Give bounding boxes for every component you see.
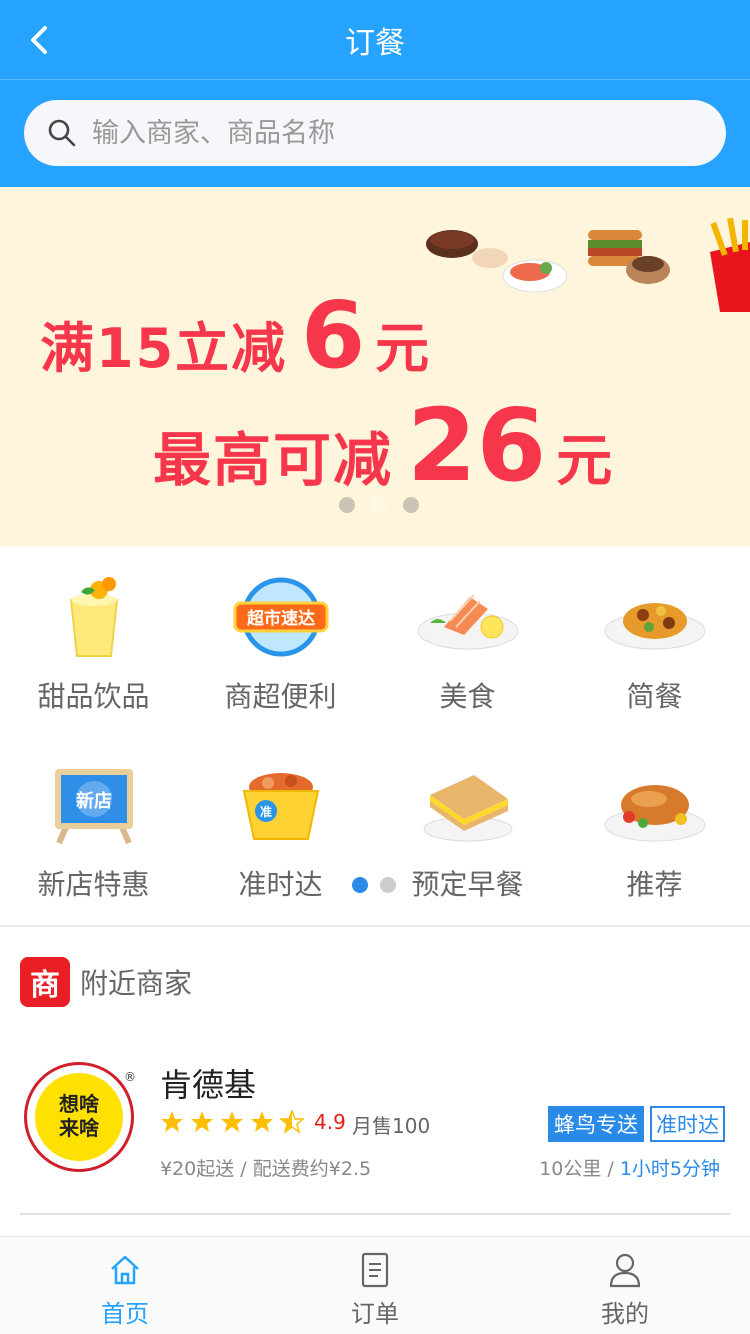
home-icon xyxy=(105,1250,145,1290)
tab-home[interactable]: 首页 xyxy=(0,1237,250,1334)
svg-text:准: 准 xyxy=(259,804,271,819)
star-full-icon xyxy=(161,1111,183,1132)
svg-text:超市速达: 超市速达 xyxy=(247,608,315,629)
category-new-store[interactable]: 新店 新店特惠 xyxy=(0,735,187,915)
category-label: 准时达 xyxy=(238,868,323,901)
shop-name: 肯德基 xyxy=(160,1066,257,1104)
category-simple-meal[interactable]: 简餐 xyxy=(561,547,748,727)
star-full-icon xyxy=(251,1111,273,1132)
divider xyxy=(20,1213,730,1215)
tab-label: 首页 xyxy=(101,1300,149,1328)
category-label: 美食 xyxy=(439,680,496,713)
promo-line-1-text: 满15立减 xyxy=(40,317,288,380)
promo-line-2-amount: 26 xyxy=(407,387,547,504)
simple-meal-icon xyxy=(600,567,710,667)
on-time-box-icon: 准 xyxy=(226,755,336,855)
category-on-time[interactable]: 准 准时达 xyxy=(187,735,374,915)
promo-line-2-text: 最高可减 xyxy=(153,426,394,494)
supermarket-icon: 超市速达 xyxy=(226,567,336,667)
search-input[interactable] xyxy=(92,117,692,149)
category-dessert[interactable]: 甜品饮品 xyxy=(0,547,187,727)
shop-delivery-fee: ¥20起送 / 配送费约¥2.5 xyxy=(160,1158,372,1180)
promo-line-2: 最高可减 26 元 xyxy=(153,387,612,504)
registered-mark: ® xyxy=(124,1070,136,1084)
roast-chicken-icon xyxy=(600,755,710,855)
category-page-dot-active[interactable] xyxy=(352,877,368,893)
tab-label: 订单 xyxy=(351,1300,399,1328)
back-button[interactable] xyxy=(18,20,58,60)
category-label: 新店特惠 xyxy=(37,868,150,901)
search-bar-area xyxy=(0,80,750,187)
food-illustration-icon xyxy=(426,217,750,312)
nearby-title: 附近商家 xyxy=(80,967,193,1000)
top-navbar: 订餐 xyxy=(0,0,750,80)
shop-score: 4.9 xyxy=(314,1110,346,1134)
category-label: 预定早餐 xyxy=(411,868,524,901)
promo-banner[interactable]: 满15立减 6 元 最高可减 26 元 xyxy=(0,187,750,547)
svg-text:来啥: 来啥 xyxy=(58,1116,100,1140)
chevron-left-icon xyxy=(31,26,47,54)
search-icon xyxy=(44,115,80,151)
profile-icon xyxy=(605,1250,645,1290)
shop-distance: 10公里 / xyxy=(539,1158,614,1180)
page-title: 订餐 xyxy=(345,25,405,61)
category-label: 推荐 xyxy=(626,868,683,901)
banner-pagination xyxy=(339,497,419,513)
tag-fengniao-delivery: 蜂鸟专送 xyxy=(548,1106,644,1142)
banner-dot[interactable] xyxy=(403,497,419,513)
category-page-dot[interactable] xyxy=(380,877,396,893)
tab-profile[interactable]: 我的 xyxy=(500,1237,750,1334)
category-breakfast[interactable]: 预定早餐 xyxy=(374,735,561,915)
star-half-icon xyxy=(280,1110,304,1134)
category-label: 简餐 xyxy=(626,680,683,713)
shop-distance-time: 10公里 / 1小时5分钟 xyxy=(539,1154,720,1181)
rating-stars xyxy=(160,1110,304,1134)
category-recommend[interactable]: 推荐 xyxy=(561,735,748,915)
dessert-drink-icon xyxy=(39,567,149,667)
bottom-tabbar: 首页 订单 我的 xyxy=(0,1236,750,1334)
nearby-section-header: 商 附近商家 xyxy=(20,957,192,1007)
svg-text:想啥: 想啥 xyxy=(59,1092,100,1116)
category-label: 甜品饮品 xyxy=(37,680,150,713)
banner-dot-active[interactable] xyxy=(371,497,387,513)
category-food[interactable]: 美食 xyxy=(374,547,561,727)
category-supermarket[interactable]: 超市速达 商超便利 xyxy=(187,547,374,727)
category-grid: 甜品饮品 超市速达 商超便利 美食 简餐 新店 新店特惠 准 准时达 预定早餐 … xyxy=(0,547,750,927)
promo-line-1-unit: 元 xyxy=(375,317,430,380)
shop-logo: 想啥 来啥 xyxy=(24,1062,134,1172)
tab-orders[interactable]: 订单 xyxy=(250,1237,500,1334)
salmon-dish-icon xyxy=(413,567,523,667)
star-full-icon xyxy=(191,1111,213,1132)
new-store-icon: 新店 xyxy=(39,755,149,855)
category-pagination xyxy=(352,877,396,893)
promo-line-1: 满15立减 6 元 xyxy=(40,282,429,389)
search-box[interactable] xyxy=(24,100,726,166)
category-label: 商超便利 xyxy=(224,680,337,713)
promo-line-1-amount: 6 xyxy=(301,282,366,389)
shop-monthly-sales: 月售100 xyxy=(352,1114,431,1138)
banner-dot[interactable] xyxy=(339,497,355,513)
tag-on-time: 准时达 xyxy=(650,1106,725,1142)
sandwich-icon xyxy=(413,755,523,855)
shop-badge-icon: 商 xyxy=(20,957,70,1007)
tab-label: 我的 xyxy=(601,1300,649,1328)
order-icon xyxy=(355,1250,395,1290)
star-full-icon xyxy=(221,1111,243,1132)
svg-text:新店: 新店 xyxy=(76,790,112,812)
promo-line-2-unit: 元 xyxy=(556,429,613,494)
shop-delivery-time: 1小时5分钟 xyxy=(619,1158,720,1180)
shop-list-item[interactable]: 想啥 来啥 ® 肯德基 4.9 月售100 ¥20起送 / 配送费约¥2.5 蜂… xyxy=(0,1040,750,1215)
